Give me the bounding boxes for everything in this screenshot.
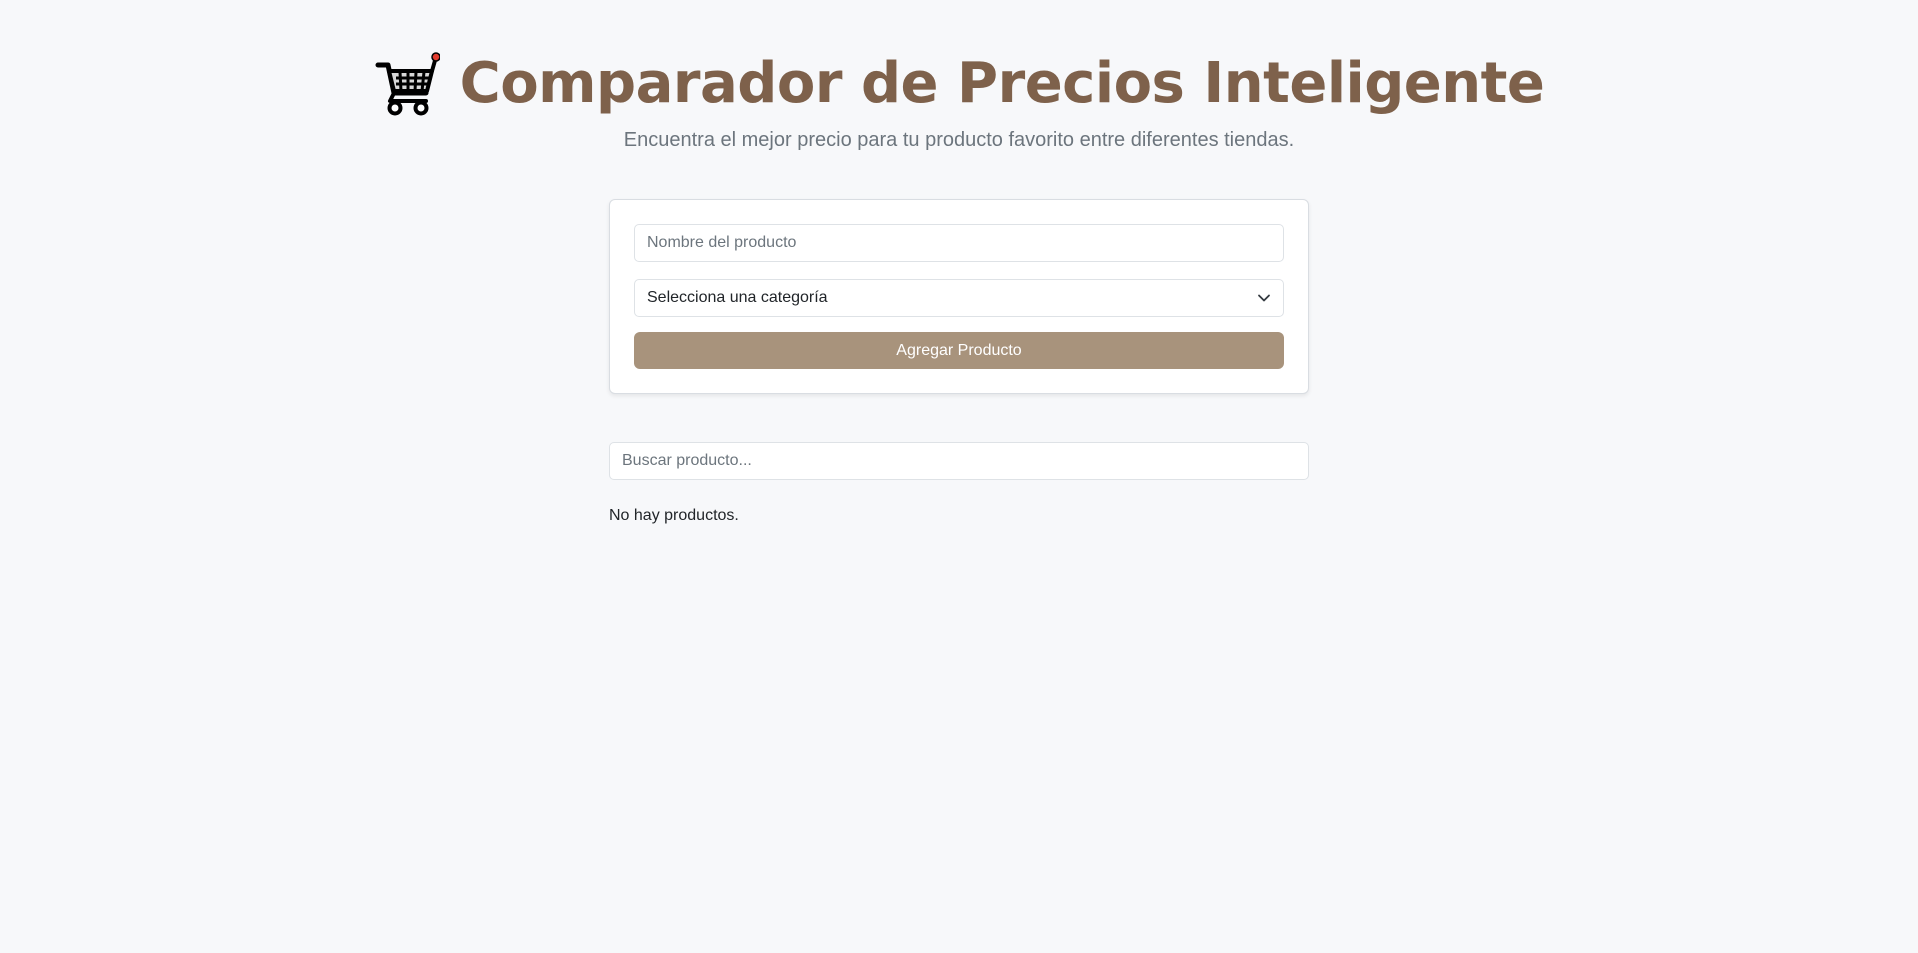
product-name-input[interactable]	[634, 224, 1284, 262]
chevron-down-icon	[1257, 291, 1271, 305]
page-title: Comparador de Precios Inteligente	[459, 51, 1545, 116]
search-input[interactable]	[609, 442, 1309, 480]
page-subtitle: Encuentra el mejor precio para tu produc…	[623, 129, 1295, 151]
shopping-cart-icon	[374, 51, 441, 117]
add-product-button[interactable]: Agregar Producto	[634, 332, 1284, 369]
empty-list-message: No hay productos.	[609, 507, 739, 524]
category-select[interactable]: Selecciona una categoría	[634, 279, 1284, 317]
page: Comparador de Precios Inteligente Encuen…	[0, 0, 1918, 953]
title-row: Comparador de Precios Inteligente	[0, 48, 1918, 120]
header: Comparador de Precios Inteligente Encuen…	[0, 48, 1918, 154]
category-select-value: Selecciona una categoría	[647, 289, 828, 306]
add-product-form: Selecciona una categoría Agregar Product…	[609, 199, 1309, 394]
